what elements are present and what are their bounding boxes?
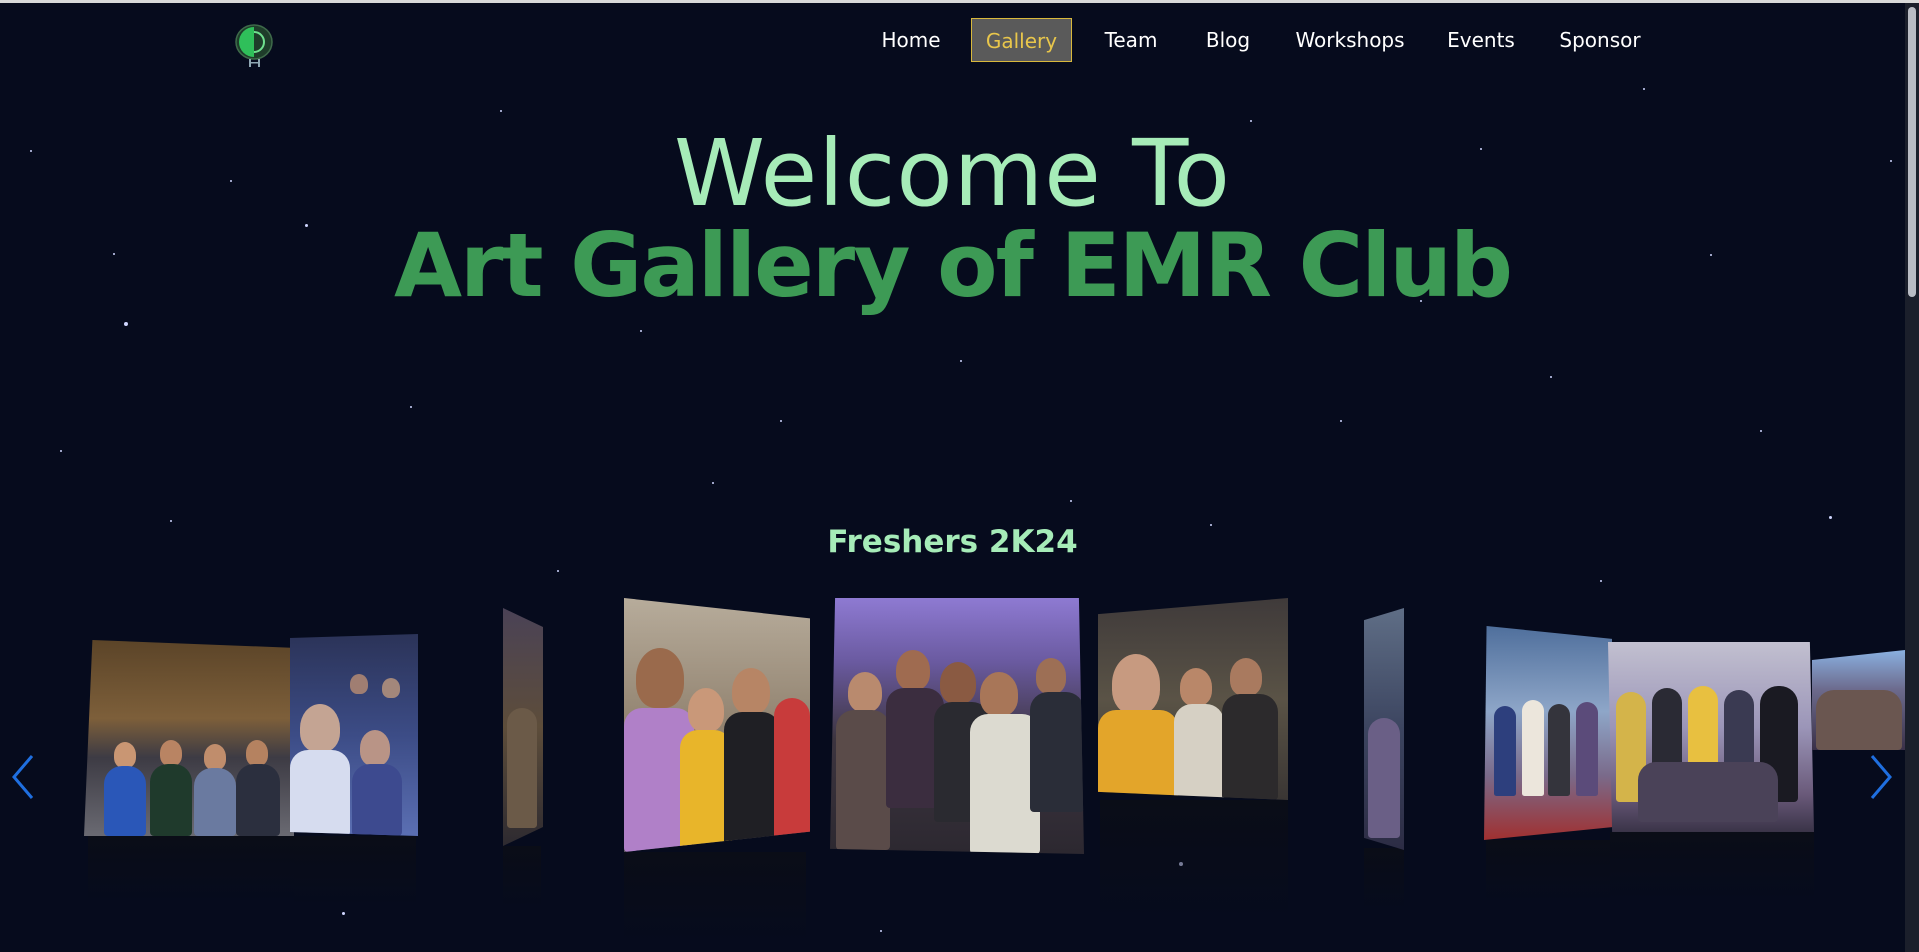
star — [60, 450, 62, 452]
star — [780, 420, 782, 422]
star — [1550, 376, 1552, 378]
nav-home[interactable]: Home — [868, 18, 954, 62]
gallery-photo[interactable] — [624, 598, 810, 852]
gallery-photo[interactable] — [830, 598, 1084, 854]
photo-reflection — [1610, 832, 1814, 900]
chevron-left-icon[interactable] — [8, 752, 38, 802]
star — [1760, 430, 1762, 432]
star — [960, 360, 962, 362]
star — [1070, 500, 1072, 502]
star — [1643, 88, 1645, 90]
gallery-section-title: Freshers 2K24 — [827, 524, 1078, 560]
nav-blog[interactable]: Blog — [1200, 18, 1256, 62]
star — [1340, 420, 1342, 422]
star — [1600, 580, 1602, 582]
star — [557, 570, 559, 572]
nav-events[interactable]: Events — [1444, 18, 1518, 62]
hero-title-line1: Welcome To — [674, 120, 1231, 227]
photo-carousel[interactable] — [0, 590, 1905, 952]
nav-gallery[interactable]: Gallery — [971, 18, 1072, 62]
photo-reflection — [1364, 848, 1404, 910]
star — [1829, 516, 1832, 519]
gallery-photo[interactable] — [1812, 650, 1905, 750]
photo-reflection — [503, 846, 541, 908]
gallery-photo[interactable] — [84, 640, 294, 836]
photo-reflection — [624, 852, 806, 942]
scrollbar-thumb[interactable] — [1908, 7, 1916, 297]
photo-reflection — [88, 836, 294, 902]
gallery-photo[interactable] — [1098, 598, 1288, 800]
chevron-right-icon[interactable] — [1866, 752, 1896, 802]
photo-reflection — [1100, 800, 1288, 918]
photo-reflection — [1486, 840, 1610, 902]
hero-title-line2: Art Gallery of EMR Club — [393, 214, 1513, 317]
gallery-photo[interactable] — [1484, 626, 1612, 840]
nav-team[interactable]: Team — [1098, 18, 1164, 62]
photo-reflection — [294, 836, 416, 906]
window-top-border — [0, 0, 1919, 3]
star — [170, 520, 172, 522]
star — [640, 330, 642, 332]
star — [410, 406, 412, 408]
star — [124, 322, 128, 326]
star — [712, 482, 714, 484]
emr-club-logo-icon[interactable] — [234, 22, 276, 68]
vertical-scrollbar[interactable] — [1905, 3, 1919, 952]
gallery-photo[interactable] — [503, 608, 543, 846]
gallery-photo[interactable] — [290, 634, 418, 836]
gallery-photo[interactable] — [1608, 642, 1814, 832]
nav-sponsor[interactable]: Sponsor — [1556, 18, 1644, 62]
nav-workshops[interactable]: Workshops — [1291, 18, 1409, 62]
star — [500, 110, 502, 112]
gallery-photo[interactable] — [1364, 608, 1404, 850]
